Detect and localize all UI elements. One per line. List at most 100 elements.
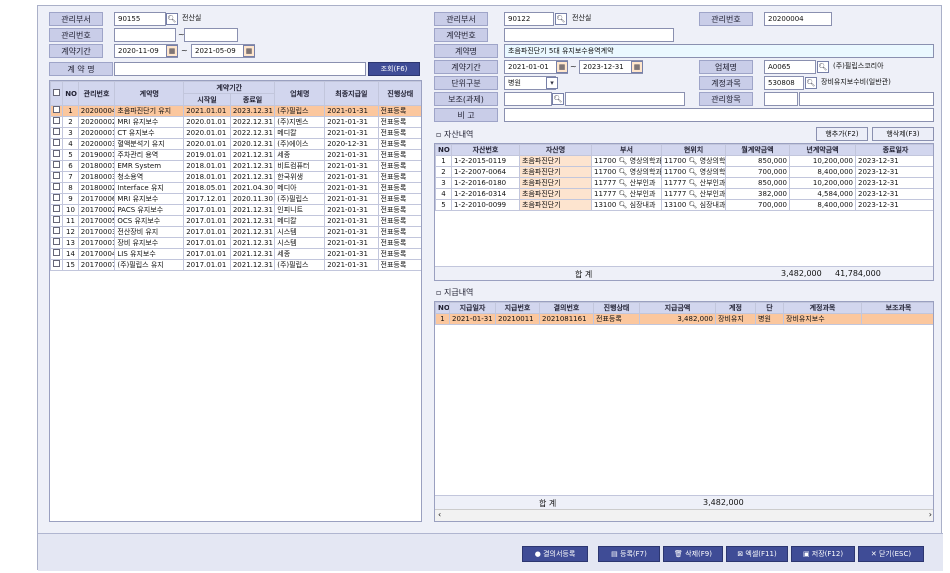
asset-row-monthly[interactable]: 700,000 [725,199,790,211]
row-checkbox[interactable] [50,149,64,161]
row-checkbox[interactable] [50,237,64,249]
asset-row-monthly[interactable]: 850,000 [725,155,790,167]
add-row-button[interactable]: 행추가(F2) [816,127,868,141]
row-checkbox[interactable] [50,116,64,128]
calendar-icon[interactable]: ▦ [243,45,255,57]
mgmt-no-to-input[interactable] [184,28,238,42]
asset-row-monthly[interactable]: 382,000 [725,188,790,200]
asset-row-location[interactable]: 13100 🔍︎ 심장내과 [661,199,726,211]
r-account-code-input[interactable]: 530808 [764,76,804,90]
asset-row-end-date[interactable]: 2023-12-31 [855,177,933,189]
asset-row-dept[interactable]: 13100 🔍︎ 심장내과 [591,199,662,211]
select-all-checkbox[interactable] [50,81,64,106]
calendar-icon[interactable]: ▦ [166,45,178,57]
delete-button[interactable]: 🗑︎ 삭제(F9) [663,546,723,562]
row-checkbox[interactable] [50,160,64,172]
table-row[interactable]: 1 20200004 초음파진단기 유지 2021.01.01 2023.12.31 (주… [50,105,421,117]
row-checkbox[interactable] [50,171,64,183]
row-checkbox[interactable] [50,259,64,271]
scroll-left-icon[interactable]: ‹ [438,510,441,519]
chevron-down-icon[interactable]: ▾ [546,77,558,89]
horizontal-scrollbar[interactable]: ‹ › [435,509,933,521]
resolution-button[interactable]: ● 결의서등록 [522,546,588,562]
table-row[interactable]: 12 20170003 전산장비 유지 2017.01.01 2021.12.31 시스템… [50,226,421,238]
table-row[interactable]: 4 20200003 혈액분석기 유지 2020.01.01 2020.12.31 (주)… [50,138,421,150]
delete-row-button[interactable]: 행삭제(F3) [872,127,934,141]
asset-row-end-date[interactable]: 2023-12-31 [855,188,933,200]
calendar-icon[interactable]: ▦ [556,61,568,73]
r-mgmt-no-input[interactable]: 20200004 [764,12,832,26]
asset-row-location[interactable]: 11777 🔍︎ 산부인과 [661,177,726,189]
r-dept-code-input[interactable]: 90122 [504,12,554,26]
asset-row[interactable]: 2 1-2-2007-0064 초음파진단기 11700 🔍︎ 영상의학과 11700 … [435,166,933,178]
asset-row-end-date[interactable]: 2023-12-31 [855,199,933,211]
r-mgmt-item-input[interactable] [764,92,798,106]
close-button[interactable]: ✕ 닫기(ESC) [858,546,924,562]
search-icon[interactable]: 🔍︎ [817,61,829,73]
scroll-right-icon[interactable]: › [929,510,932,519]
asset-row[interactable]: 1 1-2-2015-0119 초음파진단기 11700 🔍︎ 영상의학과 11700 … [435,155,933,167]
pay-row[interactable]: 1 2021-01-31 20210011 2021081161 전표등록 3,482,0… [435,313,933,325]
row-checkbox[interactable] [50,215,64,227]
asset-row-asset-no[interactable]: 1-2-2015-0119 [451,155,520,167]
table-row[interactable]: 11 20170005 OCS 유지보수 2017.01.01 2021.12.31 메디… [50,215,421,227]
asset-row-yearly[interactable]: 8,400,000 [789,199,856,211]
table-row[interactable]: 14 20170004 LIS 유지보수 2017.01.01 2021.12.31 세종… [50,248,421,260]
row-checkbox[interactable] [50,105,64,117]
asset-row-asset-no[interactable]: 1-2-2016-0314 [451,188,520,200]
row-checkbox[interactable] [50,193,64,205]
r-vendor-code-input[interactable]: A0065 [764,60,816,74]
asset-row-yearly[interactable]: 10,200,000 [789,155,856,167]
table-row[interactable]: 2 20200002 MRI 유지보수 2020.01.01 2022.12.31 (주)… [50,116,421,128]
row-checkbox[interactable] [50,226,64,238]
asset-row-location[interactable]: 11777 🔍︎ 산부인과 [661,188,726,200]
table-row[interactable]: 9 20170006 MRI 유지보수 2017.12.01 2020.11.30 (주)… [50,193,421,205]
table-row[interactable]: 10 20170002 PACS 유지보수 2017.01.01 2021.12.31 인… [50,204,421,216]
asset-row-dept[interactable]: 11777 🔍︎ 산부인과 [591,177,662,189]
mgmt-no-from-input[interactable] [114,28,176,42]
table-row[interactable]: 6 20180001 EMR System 2018.01.01 2021.12.31 비… [50,160,421,172]
table-row[interactable]: 5 20190001 주차관리 용역 2019.01.01 2021.12.31 세종 20… [50,149,421,161]
asset-row-dept[interactable]: 11777 🔍︎ 산부인과 [591,188,662,200]
row-checkbox[interactable] [50,182,64,194]
table-row[interactable]: 8 20180002 Interface 유지 2018.05.01 2021.04.3… [50,182,421,194]
asset-row-location[interactable]: 11700 🔍︎ 영상의학과 [661,166,726,178]
asset-row[interactable]: 5 1-2-2010-0099 초음파진단기 13100 🔍︎ 심장내과 13100 🔍… [435,199,933,211]
save-button[interactable]: ▣ 저장(F12) [791,546,855,562]
search-icon[interactable]: 🔍︎ [552,93,564,105]
asset-row-asset-no[interactable]: 1-2-2007-0064 [451,166,520,178]
search-icon[interactable]: 🔍︎ [555,13,567,25]
asset-row[interactable]: 3 1-2-2016-0180 초음파진단기 11777 🔍︎ 산부인과 11777 🔍… [435,177,933,189]
asset-row-monthly[interactable]: 850,000 [725,177,790,189]
contract-name-input[interactable] [114,62,366,76]
table-row[interactable]: 3 20200001 CT 유지보수 2020.01.01 2022.12.31 메디칼 2… [50,127,421,139]
r-support-input[interactable] [504,92,552,106]
asset-row-asset-no[interactable]: 1-2-2010-0099 [451,199,520,211]
search-icon[interactable]: 🔍︎ [166,13,178,25]
r-mgmt-item-name-input[interactable] [799,92,934,106]
asset-row-end-date[interactable]: 2023-12-31 [855,155,933,167]
row-checkbox[interactable] [50,204,64,216]
asset-row-dept[interactable]: 11700 🔍︎ 영상의학과 [591,166,662,178]
asset-row-end-date[interactable]: 2023-12-31 [855,166,933,178]
r-contract-name-input[interactable]: 초음파진단기 5대 유지보수용역계약 [504,44,934,58]
asset-row-monthly[interactable]: 700,000 [725,166,790,178]
asset-row-yearly[interactable]: 8,400,000 [789,166,856,178]
excel-button[interactable]: ⊠ 엑셀(F11) [726,546,788,562]
asset-row-yearly[interactable]: 4,584,000 [789,188,856,200]
search-button[interactable]: 조회(F6) [368,62,420,76]
asset-row-dept[interactable]: 11700 🔍︎ 영상의학과 [591,155,662,167]
asset-row-asset-no[interactable]: 1-2-2016-0180 [451,177,520,189]
asset-row[interactable]: 4 1-2-2016-0314 초음파진단기 11777 🔍︎ 산부인과 11777 🔍… [435,188,933,200]
row-checkbox[interactable] [50,248,64,260]
calendar-icon[interactable]: ▦ [631,61,643,73]
r-note-input[interactable] [504,108,934,122]
table-row[interactable]: 13 20170001 장비 유지보수 2017.01.01 2021.12.31 시스템… [50,237,421,249]
table-row[interactable]: 7 20180003 청소용역 2018.01.01 2021.12.31 한국위생 202… [50,171,421,183]
row-checkbox[interactable] [50,127,64,139]
row-checkbox[interactable] [50,138,64,150]
asset-row-yearly[interactable]: 10,200,000 [789,177,856,189]
search-icon[interactable]: 🔍︎ [805,77,817,89]
register-button[interactable]: ▤ 등록(F7) [598,546,660,562]
dept-code-input[interactable]: 90155 [114,12,166,26]
